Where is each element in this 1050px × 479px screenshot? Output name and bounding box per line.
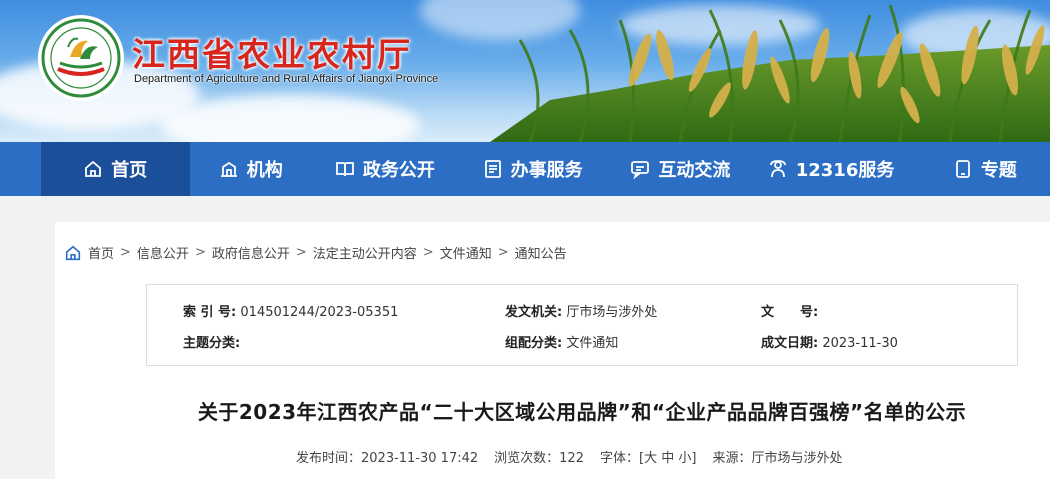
font-size-medium[interactable]: 中	[661, 451, 674, 466]
breadcrumb-gov-info[interactable]: 政府信息公开	[212, 243, 290, 262]
meta-date: 成文日期: 2023-11-30	[761, 336, 898, 351]
breadcrumb-info-public[interactable]: 信息公开	[137, 243, 189, 262]
nav-label: 专题	[980, 160, 1017, 181]
main-nav: 首页 机构 政务公开 办事服务 互动交流 12316服务 专题	[0, 142, 1050, 196]
nav-label: 首页	[111, 160, 148, 181]
nav-gov-affairs[interactable]: 政务公开	[312, 142, 458, 196]
font-size-large[interactable]: 大	[644, 451, 657, 466]
phone-service-icon	[769, 160, 786, 178]
nav-topics[interactable]: 专题	[909, 142, 1050, 196]
nav-12316-service[interactable]: 12316服务	[753, 142, 909, 196]
nav-interaction[interactable]: 互动交流	[608, 142, 754, 196]
nav-home[interactable]: 首页	[40, 142, 190, 196]
breadcrumb-home[interactable]: 首页	[88, 243, 114, 262]
breadcrumb: 首页 > 信息公开 > 政府信息公开 > 法定主动公开内容 > 文件通知 > 通…	[64, 243, 567, 262]
rice-field-image	[490, 4, 1050, 142]
publish-time: 发布时间：2023-11-30 17:42	[296, 451, 479, 466]
nav-label: 互动交流	[658, 160, 731, 181]
site-name-en: Department of Agriculture and Rural Affa…	[134, 73, 439, 85]
nav-label: 政务公开	[362, 160, 435, 181]
document-meta-table: 索 引 号: 014501244/2023-05351 发文机关: 厅市场与涉外…	[146, 284, 1018, 366]
building-icon	[220, 161, 237, 177]
chat-icon	[631, 161, 650, 179]
tablet-icon	[955, 160, 970, 178]
meta-category: 组配分类: 文件通知	[505, 336, 619, 351]
home-icon	[65, 245, 81, 260]
document-icon	[484, 160, 501, 178]
breadcrumb-announcements[interactable]: 通知公告	[515, 243, 567, 262]
home-icon	[85, 160, 102, 177]
nav-label: 办事服务	[510, 160, 583, 181]
nav-services[interactable]: 办事服务	[458, 142, 608, 196]
view-count: 浏览次数：122	[494, 451, 584, 466]
meta-docno: 文 号:	[761, 305, 819, 320]
book-icon	[336, 162, 354, 177]
meta-issuer: 发文机关: 厅市场与涉外处	[505, 305, 658, 320]
meta-index: 索 引 号: 014501244/2023-05351	[183, 305, 399, 320]
article-source: 来源：厅市场与涉外处	[712, 451, 843, 466]
nav-organization[interactable]: 机构	[190, 142, 312, 196]
nav-label: 12316服务	[795, 160, 895, 181]
meta-topic: 主题分类:	[183, 336, 241, 351]
header-banner: 江西省农业农村厅 Department of Agriculture and R…	[0, 0, 1050, 142]
site-logo[interactable]	[40, 17, 122, 99]
article-title: 关于2023年江西农产品“二十大区域公用品牌”和“企业产品品牌百强榜”名单的公示	[197, 400, 967, 424]
site-name-cn: 江西省农业农村厅	[132, 35, 412, 74]
font-size-selector: 字体：[大 中 小]	[599, 451, 697, 466]
breadcrumb-statutory[interactable]: 法定主动公开内容	[313, 243, 417, 262]
breadcrumb-file-notices[interactable]: 文件通知	[440, 243, 492, 262]
article-info-bar: 发布时间：2023-11-30 17:42 浏览次数：122 字体：[大 中 小…	[296, 447, 842, 466]
font-size-small[interactable]: 小	[678, 451, 691, 466]
nav-label: 机构	[246, 160, 283, 181]
